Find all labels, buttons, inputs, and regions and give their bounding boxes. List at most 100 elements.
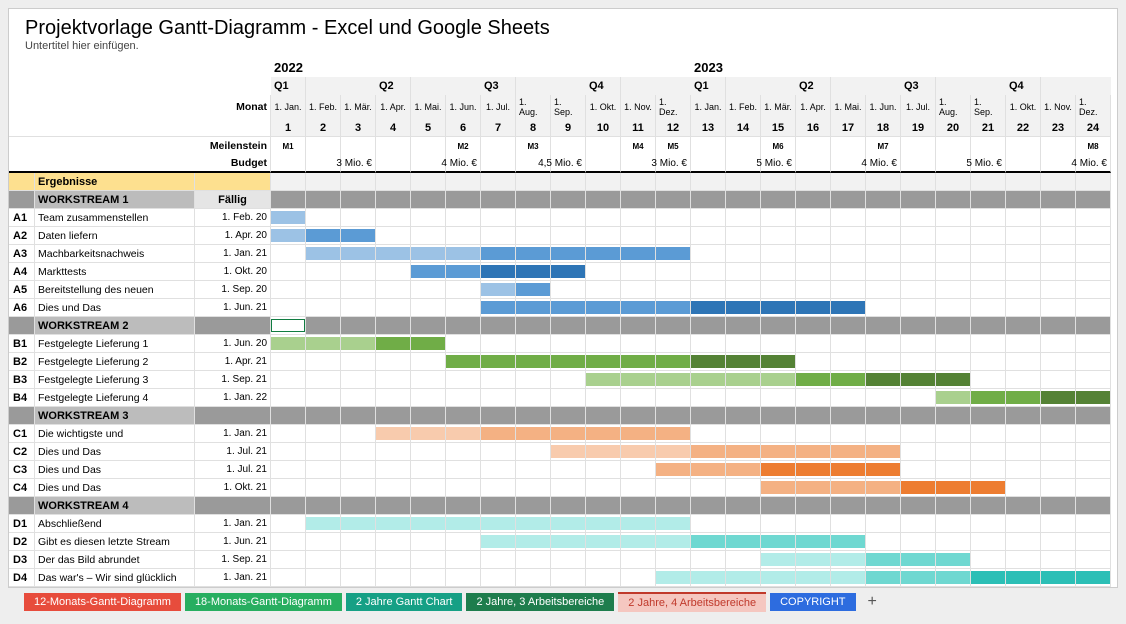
gantt-cell[interactable]	[936, 533, 971, 551]
gantt-cell[interactable]	[446, 461, 481, 479]
gantt-cell[interactable]	[831, 263, 866, 281]
gantt-cell[interactable]	[761, 515, 796, 533]
gantt-cell[interactable]	[271, 227, 306, 245]
gantt-cell[interactable]	[726, 533, 761, 551]
gantt-cell[interactable]	[621, 461, 656, 479]
gantt-cell[interactable]	[901, 299, 936, 317]
gantt-cell[interactable]	[1041, 335, 1076, 353]
gantt-cell[interactable]	[621, 515, 656, 533]
gantt-cell[interactable]	[901, 209, 936, 227]
gantt-cell[interactable]	[1006, 389, 1041, 407]
gantt-cell[interactable]	[306, 281, 341, 299]
gantt-cell[interactable]	[446, 299, 481, 317]
gantt-cell[interactable]	[936, 263, 971, 281]
gantt-cell[interactable]	[691, 389, 726, 407]
gantt-cell[interactable]	[516, 461, 551, 479]
gantt-cell[interactable]	[831, 245, 866, 263]
gantt-cell[interactable]	[761, 335, 796, 353]
gantt-cell[interactable]	[761, 443, 796, 461]
gantt-cell[interactable]	[831, 371, 866, 389]
gantt-cell[interactable]	[376, 443, 411, 461]
gantt-cell[interactable]	[376, 461, 411, 479]
gantt-cell[interactable]	[376, 281, 411, 299]
gantt-cell[interactable]	[446, 335, 481, 353]
gantt-cell[interactable]	[481, 335, 516, 353]
gantt-cell[interactable]	[411, 569, 446, 587]
gantt-cell[interactable]	[376, 227, 411, 245]
gantt-cell[interactable]	[516, 569, 551, 587]
gantt-cell[interactable]	[586, 227, 621, 245]
gantt-cell[interactable]	[971, 515, 1006, 533]
gantt-cell[interactable]	[621, 533, 656, 551]
gantt-cell[interactable]	[1006, 245, 1041, 263]
gantt-cell[interactable]	[971, 533, 1006, 551]
gantt-cell[interactable]	[621, 245, 656, 263]
gantt-cell[interactable]	[306, 533, 341, 551]
gantt-cell[interactable]	[586, 461, 621, 479]
gantt-cell[interactable]	[901, 569, 936, 587]
gantt-cell[interactable]	[551, 281, 586, 299]
gantt-cell[interactable]	[866, 263, 901, 281]
gantt-cell[interactable]	[446, 389, 481, 407]
gantt-cell[interactable]	[1041, 461, 1076, 479]
gantt-cell[interactable]	[271, 515, 306, 533]
gantt-cell[interactable]	[446, 227, 481, 245]
gantt-cell[interactable]	[1041, 533, 1076, 551]
gantt-cell[interactable]	[761, 371, 796, 389]
gantt-cell[interactable]	[411, 389, 446, 407]
gantt-cell[interactable]	[866, 209, 901, 227]
gantt-cell[interactable]	[936, 479, 971, 497]
gantt-cell[interactable]	[341, 515, 376, 533]
gantt-cell[interactable]	[796, 461, 831, 479]
gantt-cell[interactable]	[586, 371, 621, 389]
gantt-cell[interactable]	[691, 425, 726, 443]
gantt-cell[interactable]	[831, 335, 866, 353]
gantt-cell[interactable]	[971, 479, 1006, 497]
gantt-cell[interactable]	[656, 479, 691, 497]
gantt-cell[interactable]	[761, 299, 796, 317]
gantt-cell[interactable]	[971, 551, 1006, 569]
gantt-cell[interactable]	[656, 227, 691, 245]
gantt-cell[interactable]	[796, 227, 831, 245]
gantt-cell[interactable]	[341, 425, 376, 443]
gantt-cell[interactable]	[1041, 479, 1076, 497]
gantt-cell[interactable]	[341, 371, 376, 389]
gantt-cell[interactable]	[1041, 515, 1076, 533]
gantt-cell[interactable]	[481, 515, 516, 533]
gantt-cell[interactable]	[516, 389, 551, 407]
gantt-cell[interactable]	[866, 353, 901, 371]
gantt-cell[interactable]	[866, 569, 901, 587]
gantt-cell[interactable]	[971, 443, 1006, 461]
gantt-cell[interactable]	[726, 425, 761, 443]
gantt-cell[interactable]	[971, 461, 1006, 479]
gantt-cell[interactable]	[411, 245, 446, 263]
gantt-cell[interactable]	[1041, 389, 1076, 407]
gantt-cell[interactable]	[376, 479, 411, 497]
sheet-tab[interactable]: 2 Jahre, 3 Arbeitsbereiche	[466, 593, 614, 611]
gantt-cell[interactable]	[1076, 461, 1111, 479]
gantt-cell[interactable]	[481, 443, 516, 461]
gantt-cell[interactable]	[726, 443, 761, 461]
gantt-cell[interactable]	[481, 245, 516, 263]
gantt-cell[interactable]	[411, 371, 446, 389]
gantt-cell[interactable]	[306, 425, 341, 443]
gantt-cell[interactable]	[551, 515, 586, 533]
gantt-cell[interactable]	[481, 569, 516, 587]
gantt-cell[interactable]	[726, 569, 761, 587]
gantt-cell[interactable]	[341, 389, 376, 407]
gantt-cell[interactable]	[831, 461, 866, 479]
gantt-cell[interactable]	[271, 335, 306, 353]
gantt-cell[interactable]	[866, 551, 901, 569]
gantt-cell[interactable]	[796, 479, 831, 497]
gantt-cell[interactable]	[971, 263, 1006, 281]
gantt-cell[interactable]	[1041, 263, 1076, 281]
gantt-cell[interactable]	[516, 263, 551, 281]
gantt-cell[interactable]	[796, 353, 831, 371]
gantt-cell[interactable]	[796, 335, 831, 353]
gantt-cell[interactable]	[586, 263, 621, 281]
gantt-cell[interactable]	[341, 461, 376, 479]
gantt-cell[interactable]	[691, 479, 726, 497]
gantt-cell[interactable]	[271, 569, 306, 587]
gantt-cell[interactable]	[481, 263, 516, 281]
gantt-cell[interactable]	[971, 425, 1006, 443]
